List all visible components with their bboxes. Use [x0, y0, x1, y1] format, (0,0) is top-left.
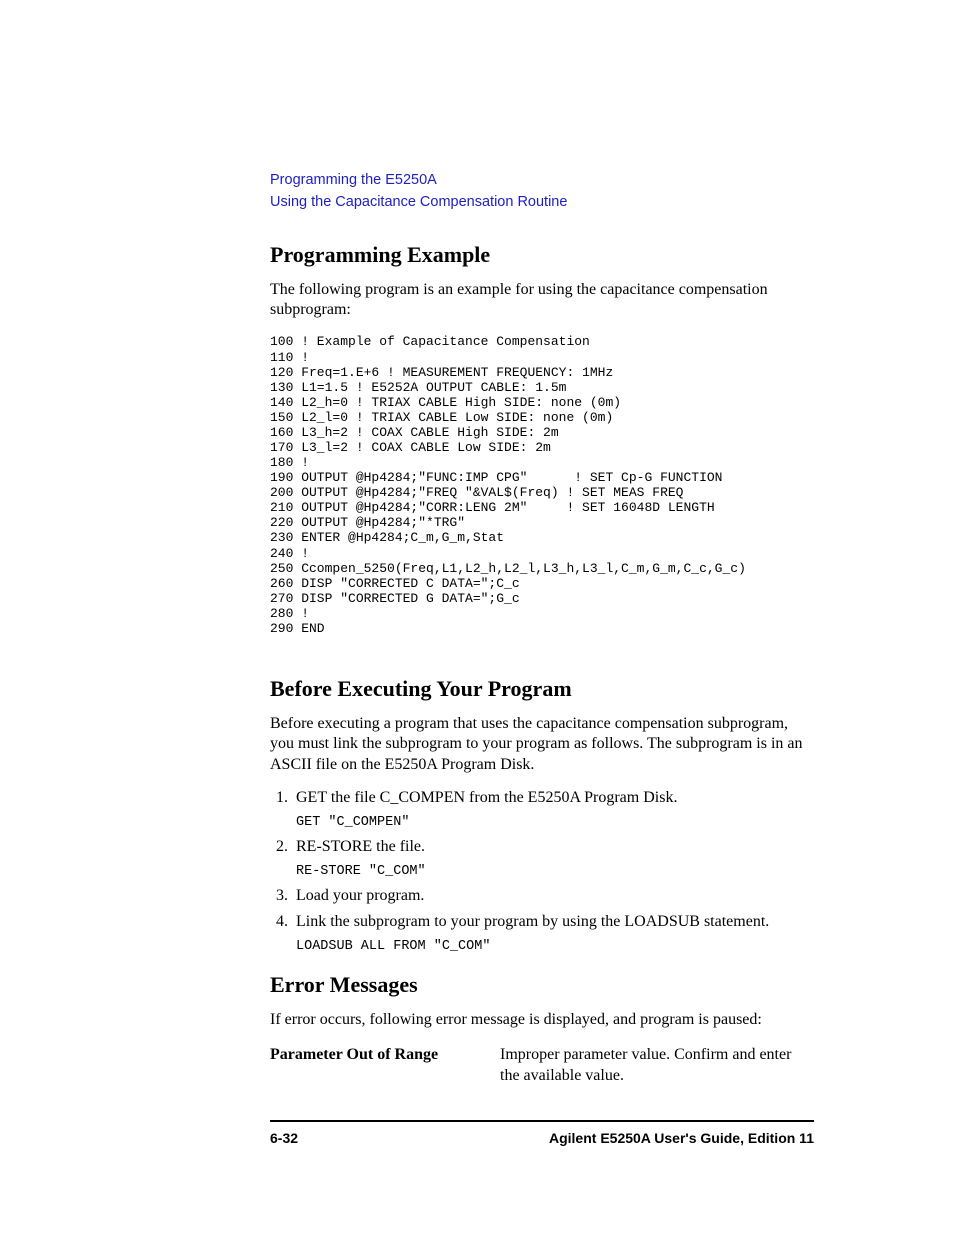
- steps-list: GET the file C_COMPEN from the E5250A Pr…: [270, 789, 814, 954]
- footer-title: Agilent E5250A User's Guide, Edition 11: [549, 1130, 814, 1146]
- intro-before-executing: Before executing a program that uses the…: [270, 714, 814, 775]
- intro-programming-example: The following program is an example for …: [270, 280, 814, 321]
- heading-programming-example: Programming Example: [270, 242, 814, 268]
- step-text: Link the subprogram to your program by u…: [296, 913, 769, 930]
- code-listing: 100 ! Example of Capacitance Compensatio…: [270, 334, 814, 636]
- error-definition: Parameter Out of Range Improper paramete…: [270, 1045, 814, 1087]
- list-item: Load your program.: [292, 887, 814, 905]
- page-content: Programming the E5250A Using the Capacit…: [0, 0, 954, 1146]
- list-item: GET the file C_COMPEN from the E5250A Pr…: [292, 789, 814, 830]
- step-text: RE-STORE the file.: [296, 838, 425, 855]
- breadcrumb: Programming the E5250A Using the Capacit…: [270, 170, 814, 214]
- list-item: RE-STORE the file. RE-STORE "C_COM": [292, 838, 814, 879]
- intro-error-messages: If error occurs, following error message…: [270, 1010, 814, 1030]
- page-footer: 6-32 Agilent E5250A User's Guide, Editio…: [270, 1122, 814, 1146]
- step-code: RE-STORE "C_COM": [296, 864, 814, 879]
- breadcrumb-link-2[interactable]: Using the Capacitance Compensation Routi…: [270, 192, 814, 214]
- step-code: GET "C_COMPEN": [296, 815, 814, 830]
- error-description: Improper parameter value. Confirm and en…: [500, 1045, 814, 1087]
- error-label: Parameter Out of Range: [270, 1045, 500, 1087]
- heading-before-executing: Before Executing Your Program: [270, 676, 814, 702]
- heading-error-messages: Error Messages: [270, 972, 814, 998]
- step-text: Load your program.: [296, 887, 424, 904]
- step-code: LOADSUB ALL FROM "C_COM": [296, 939, 814, 954]
- list-item: Link the subprogram to your program by u…: [292, 913, 814, 954]
- page-number: 6-32: [270, 1130, 298, 1146]
- step-text: GET the file C_COMPEN from the E5250A Pr…: [296, 789, 677, 806]
- breadcrumb-link-1[interactable]: Programming the E5250A: [270, 170, 814, 192]
